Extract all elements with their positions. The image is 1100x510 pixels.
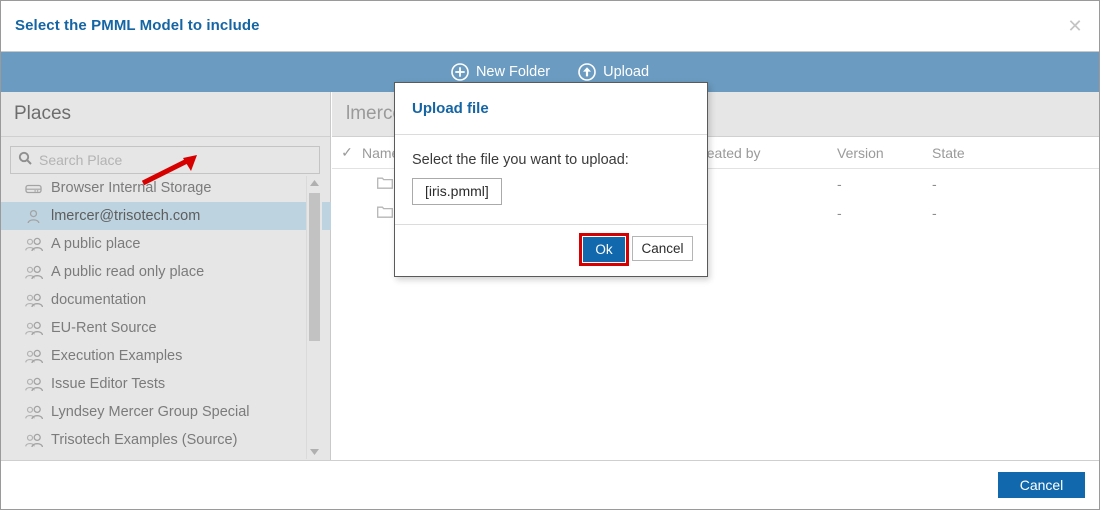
folder-icon [377,205,393,221]
places-sidebar: Places Browser Internal Storage lmercer@t… [1,92,331,460]
upload-button[interactable]: Upload [578,63,649,81]
group-icon [25,265,47,280]
row-version: - [837,204,842,221]
upload-label: Upload [603,64,650,80]
select-all-checkmark[interactable]: ✓ [332,144,362,161]
group-icon [25,349,44,363]
column-header-version[interactable]: Version [837,145,932,161]
pmml-model-picker-window: Select the PMML Model to include ✕ New F… [0,0,1100,510]
search-input[interactable] [37,151,312,169]
upload-arrow-icon [578,63,596,81]
group-icon [25,293,44,307]
upload-dialog-footer: Ok Cancel [395,225,707,276]
upload-dialog-body: Select the file you want to upload: [iri… [395,135,707,225]
folder-icon [377,176,393,192]
disk-icon [25,181,47,196]
sidebar-item-label: Trisotech Examples (Source) [51,432,238,448]
group-icon [25,405,47,420]
sidebar-item-label: A public read only place [51,264,205,280]
sidebar-header: Places [1,92,330,137]
sidebar-item[interactable]: documentation [1,286,331,314]
search-icon [18,151,32,170]
sidebar-item-label: documentation [51,292,147,308]
search-place-box[interactable] [10,146,320,174]
group-icon [25,349,47,364]
page-title: Select the PMML Model to include [15,17,260,34]
group-icon [25,237,44,251]
group-icon [25,321,44,335]
group-icon [25,377,47,392]
row-state: - [932,204,937,221]
upload-cancel-button[interactable]: Cancel [632,236,693,261]
places-list: Browser Internal Storage lmercer@trisotec… [1,174,331,460]
group-icon [25,433,44,447]
scroll-down-icon[interactable] [307,445,322,459]
group-icon [25,405,44,419]
selected-file-value[interactable]: [iris.pmml] [412,178,502,205]
ok-button[interactable]: Ok [583,237,625,262]
sidebar-item-label: Issue Editor Tests [51,376,166,392]
sidebar-item-label: Browser Internal Storage [51,180,212,196]
sidebar-item[interactable]: lmercer@trisotech.com [1,202,331,230]
group-icon [25,321,47,336]
upload-dialog-title: Upload file [395,83,707,135]
group-icon [25,237,47,252]
group-icon [25,293,47,308]
window-titlebar: Select the PMML Model to include ✕ [1,1,1099,52]
user-icon [25,209,47,224]
upload-prompt-label: Select the file you want to upload: [412,152,629,168]
scrollbar-thumb[interactable] [309,193,320,341]
row-state: - [932,175,937,192]
upload-file-dialog: Upload file Select the file you want to … [394,82,708,277]
sidebar-item-label: Execution Examples [51,348,183,364]
scroll-up-icon[interactable] [307,176,322,190]
sidebar-item[interactable]: A public place [1,230,331,258]
new-folder-label: New Folder [475,64,551,80]
new-folder-button[interactable]: New Folder [451,63,550,81]
disk-icon [25,184,42,193]
sidebar-item-label: Lyndsey Mercer Group Special [51,404,250,420]
group-icon [25,265,44,279]
sidebar-item-label: EU-Rent Source [51,320,157,336]
group-icon [25,377,44,391]
sidebar-item[interactable]: Lyndsey Mercer Group Special [1,398,331,426]
cancel-button[interactable]: Cancel [998,472,1085,498]
sidebar-item[interactable]: EU-Rent Source [1,314,331,342]
column-header-created-by[interactable]: Created by [692,145,837,161]
column-header-state[interactable]: State [932,145,1022,161]
sidebar-item[interactable]: A public read only place [1,258,331,286]
sidebar-item[interactable]: Trisotech Examples (Source) [1,426,331,454]
row-version: - [837,175,842,192]
window-footer: Cancel [1,460,1099,509]
sidebar-item[interactable]: Issue Editor Tests [1,370,331,398]
user-icon [27,209,40,223]
group-icon [25,433,47,448]
sidebar-item[interactable]: Execution Examples [1,342,331,370]
close-icon[interactable]: ✕ [1064,15,1086,37]
sidebar-item-label: A public place [51,236,141,252]
ok-button-highlight: Ok [579,233,629,266]
places-scrollbar[interactable] [306,176,322,459]
sidebar-item-label: lmercer@trisotech.com [51,208,201,224]
plus-circle-icon [451,63,469,81]
sidebar-item[interactable]: Browser Internal Storage [1,174,331,202]
